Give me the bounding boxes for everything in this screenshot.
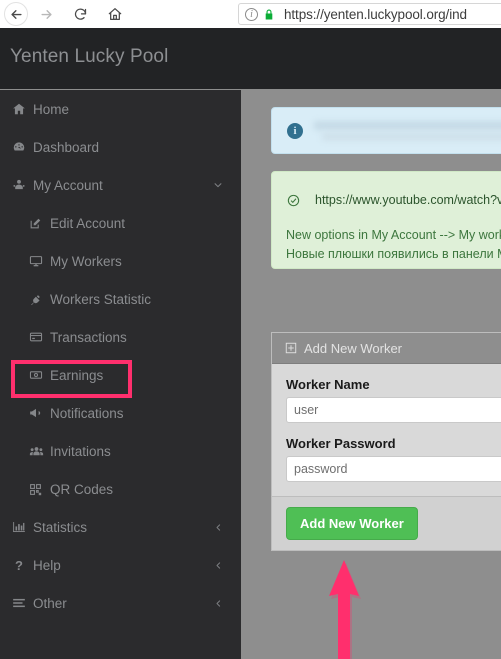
list-icon	[12, 596, 31, 610]
sidebar-item-label: Invitations	[50, 443, 111, 459]
chevron-down-icon[interactable]	[213, 180, 223, 190]
sidebar-item-my-workers[interactable]: My Workers	[0, 242, 241, 280]
worker-name-input[interactable]	[286, 397, 501, 423]
sidebar-item-label: My Account	[33, 177, 103, 193]
dashboard-icon	[12, 140, 31, 154]
reload-button[interactable]	[66, 0, 94, 28]
app-topbar: Yenten Lucky Pool	[0, 28, 501, 89]
sidebar-item-label: Other	[33, 595, 67, 611]
bar-chart-icon	[12, 520, 31, 534]
monitor-icon	[29, 254, 48, 268]
megaphone-icon	[29, 406, 48, 420]
lock-icon	[265, 9, 273, 19]
question-icon: ?	[15, 557, 23, 573]
alert-line-en: New options in My Account --> My work	[286, 228, 501, 242]
edit-icon	[29, 217, 48, 230]
card-icon	[29, 330, 48, 344]
alert-line-ru: Новые плюшки появились в панели M	[286, 247, 501, 261]
success-alert: https://www.youtube.com/watch?v New opti…	[271, 171, 501, 269]
sidebar-item-home[interactable]: Home	[0, 90, 241, 128]
money-icon	[29, 368, 48, 382]
url-text: https://yenten.luckypool.org/ind	[284, 6, 467, 22]
back-button[interactable]	[4, 2, 28, 26]
sidebar-item-label: Statistics	[33, 519, 88, 535]
sidebar-item-label: Edit Account	[50, 215, 126, 231]
sidebar-item-other[interactable]: Other	[0, 584, 241, 622]
worker-password-label: Worker Password	[286, 436, 396, 451]
sidebar-item-help[interactable]: ? Help	[0, 546, 241, 584]
worker-password-input[interactable]	[286, 456, 501, 482]
sidebar-item-dashboard[interactable]: Dashboard	[0, 128, 241, 166]
plus-square-icon	[285, 342, 297, 354]
sidebar-item-my-account[interactable]: My Account	[0, 166, 241, 204]
sidebar-item-notifications[interactable]: Notifications	[0, 394, 241, 432]
add-new-worker-panel: Add New Worker Worker Name Worker Passwo…	[271, 332, 501, 551]
sidebar-item-invitations[interactable]: Invitations	[0, 432, 241, 470]
chevron-left-icon[interactable]	[214, 599, 223, 608]
panel-header: Add New Worker	[272, 333, 501, 364]
sidebar-item-label: QR Codes	[50, 481, 114, 497]
sidebar-item-label: Transactions	[50, 329, 127, 345]
info-alert: i	[271, 107, 501, 154]
sidebar-item-label: Earnings	[50, 367, 104, 383]
chevron-left-icon[interactable]	[214, 523, 223, 532]
sidebar-nav[interactable]: Home Dashboard My Account Edit Account M…	[0, 90, 241, 659]
panel-title: Add New Worker	[304, 340, 403, 356]
address-bar[interactable]: i https://yenten.luckypool.org/ind	[238, 3, 501, 25]
main-content: i https://www.youtube.com/watch?v New op…	[241, 90, 501, 659]
info-icon: i	[287, 123, 303, 139]
panel-body: Worker Name Worker Password	[272, 364, 501, 496]
app-brand-title: Yenten Lucky Pool	[10, 46, 169, 67]
sidebar-item-edit-account[interactable]: Edit Account	[0, 204, 241, 242]
forward-button[interactable]	[32, 0, 60, 28]
sidebar-item-qr-codes[interactable]: QR Codes	[0, 470, 241, 508]
add-new-worker-button[interactable]: Add New Worker	[286, 507, 418, 540]
chevron-left-icon[interactable]	[214, 561, 223, 570]
sidebar-item-label: Home	[33, 101, 70, 117]
plug-icon	[29, 292, 48, 306]
user-icon	[12, 178, 31, 192]
sidebar-item-earnings[interactable]: Earnings	[0, 356, 241, 394]
page-viewport: Yenten Lucky Pool Home Dashboard My Acco…	[0, 28, 501, 659]
redacted-text	[322, 132, 501, 141]
sidebar-item-label: Dashboard	[33, 139, 100, 155]
sidebar-item-workers-statistic[interactable]: Workers Statistic	[0, 280, 241, 318]
qrcode-icon	[29, 483, 48, 496]
browser-toolbar: i https://yenten.luckypool.org/ind	[0, 0, 501, 28]
check-circle-icon	[287, 194, 300, 210]
worker-name-label: Worker Name	[286, 377, 370, 392]
sidebar-item-label: Workers Statistic	[50, 291, 152, 307]
sidebar-item-statistics[interactable]: Statistics	[0, 508, 241, 546]
sidebar-item-label: Help	[33, 557, 61, 573]
home-button[interactable]	[101, 0, 129, 28]
sidebar-item-label: My Workers	[50, 253, 122, 269]
redacted-text	[314, 121, 501, 130]
sidebar-item-label: Notifications	[50, 405, 124, 421]
home-icon	[12, 102, 31, 116]
youtube-link[interactable]: https://www.youtube.com/watch?v	[315, 193, 501, 207]
site-info-icon[interactable]: i	[245, 7, 258, 21]
sidebar-item-transactions[interactable]: Transactions	[0, 318, 241, 356]
users-icon	[29, 444, 48, 459]
panel-footer: Add New Worker	[272, 496, 501, 550]
